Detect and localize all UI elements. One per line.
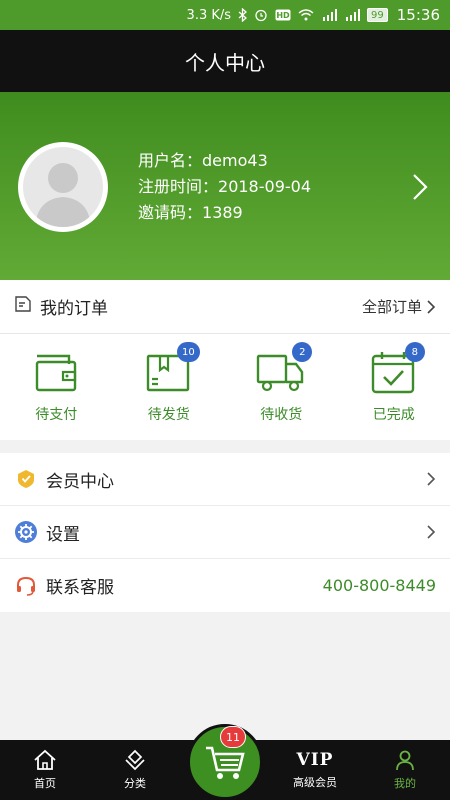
order-status-label: 待支付 [35, 407, 78, 423]
shopping-cart-icon [206, 746, 245, 779]
menu-label: 设置 [46, 524, 80, 545]
badge-count: 10 [177, 342, 200, 362]
title-bar: 个人中心 [0, 30, 450, 92]
order-pending-shipment[interactable]: 10 待发货 [113, 334, 226, 440]
invite-code: 1389 [202, 203, 243, 222]
order-status-grid: 待支付 10 待发货 2 待收货 8 已完成 [0, 334, 450, 440]
nav-cart[interactable]: 11 [180, 724, 270, 800]
bottom-nav: 首页 分类 11 VIP 高级会员 我的 [0, 724, 450, 800]
my-orders-section: 我的订单 全部订单 待支付 10 待发货 2 待收货 8 已完成 [0, 280, 450, 440]
profile-card[interactable]: 用户名：demo43 注册时间：2018-09-04 邀请码：1389 [0, 92, 450, 280]
nav-vip[interactable]: VIP 高级会员 [270, 740, 360, 800]
orders-title-text: 我的订单 [40, 299, 108, 319]
order-status-label: 已完成 [372, 407, 415, 423]
menu-label: 联系客服 [46, 578, 114, 598]
nav-home[interactable]: 首页 [0, 740, 90, 800]
chevron-right-icon [426, 471, 436, 487]
nav-label: 我的 [394, 777, 416, 790]
alarm-icon [254, 8, 268, 22]
order-status-label: 待收货 [260, 407, 303, 423]
cart-badge: 11 [220, 726, 246, 748]
chevron-right-icon[interactable] [410, 172, 430, 202]
nav-category[interactable]: 分类 [90, 740, 180, 800]
truck-icon: 2 [256, 342, 313, 398]
register-label: 注册时间： [138, 177, 219, 196]
support-phone[interactable]: 400-800-8449 [323, 576, 436, 595]
nav-label: 分类 [124, 777, 146, 790]
badge-count: 8 [404, 342, 425, 362]
signal-4g-icon [321, 9, 338, 21]
orders-header: 我的订单 全部订单 [0, 280, 450, 334]
order-status-label: 待发货 [147, 407, 190, 423]
order-pending-receipt[interactable]: 2 待收货 [225, 334, 338, 440]
username-label: 用户名： [138, 151, 203, 170]
profile-info: 用户名：demo43 注册时间：2018-09-04 邀请码：1389 [138, 148, 311, 226]
invite-row: 邀请码：1389 [138, 200, 311, 226]
nav-label: 高级会员 [293, 776, 337, 789]
menu-item-contact-support[interactable]: 联系客服 400-800-8449 [0, 559, 450, 612]
battery-indicator: 99 [367, 8, 388, 22]
orders-title: 我的订单 [14, 294, 108, 319]
wifi-icon [298, 9, 314, 21]
order-pending-payment[interactable]: 待支付 [0, 334, 113, 440]
avatar[interactable] [18, 142, 108, 232]
package-icon: 10 [144, 342, 200, 398]
phone-number: 400-800-8449 [322, 576, 436, 595]
all-orders-label: 全部订单 [361, 298, 422, 316]
register-row: 注册时间：2018-09-04 [138, 174, 311, 200]
bluetooth-icon [238, 8, 248, 22]
calendar-check-icon: 8 [369, 342, 425, 398]
settings-menu: 会员中心 设置 联系客服 400-800-8449 [0, 453, 450, 612]
chevron-right-icon [427, 299, 436, 314]
svg-text:HD: HD [276, 11, 290, 20]
home-icon [34, 749, 56, 770]
vip-badge-icon [14, 467, 38, 491]
signal-3g-icon [344, 9, 361, 21]
clock: 15:36 [396, 6, 440, 24]
menu-item-settings[interactable]: 设置 [0, 506, 450, 559]
chevron-right-icon [426, 524, 436, 540]
page-title: 个人中心 [185, 50, 265, 75]
menu-item-vip-center[interactable]: 会员中心 [0, 453, 450, 506]
all-orders-link[interactable]: 全部订单 [362, 296, 436, 317]
username-row: 用户名：demo43 [138, 148, 311, 174]
gear-icon [14, 520, 38, 544]
category-icon [125, 749, 145, 771]
vip-icon: VIP [296, 750, 334, 770]
nav-label: 首页 [34, 777, 56, 790]
headset-icon [14, 574, 38, 598]
status-bar: 3.3 K/s HD 99 15:36 [0, 0, 450, 30]
default-avatar-icon [23, 147, 103, 227]
invite-label: 邀请码： [138, 203, 203, 222]
order-list-icon [14, 295, 32, 318]
nav-mine[interactable]: 我的 [360, 740, 450, 800]
user-icon [396, 750, 414, 771]
register-date: 2018-09-04 [218, 177, 311, 196]
hd-icon: HD [275, 9, 291, 21]
menu-label: 会员中心 [46, 471, 114, 492]
badge-count: 2 [292, 342, 313, 362]
wallet-icon [31, 348, 81, 398]
order-completed[interactable]: 8 已完成 [338, 334, 450, 440]
network-speed: 3.3 K/s [186, 7, 232, 23]
username-value: demo43 [202, 151, 268, 170]
